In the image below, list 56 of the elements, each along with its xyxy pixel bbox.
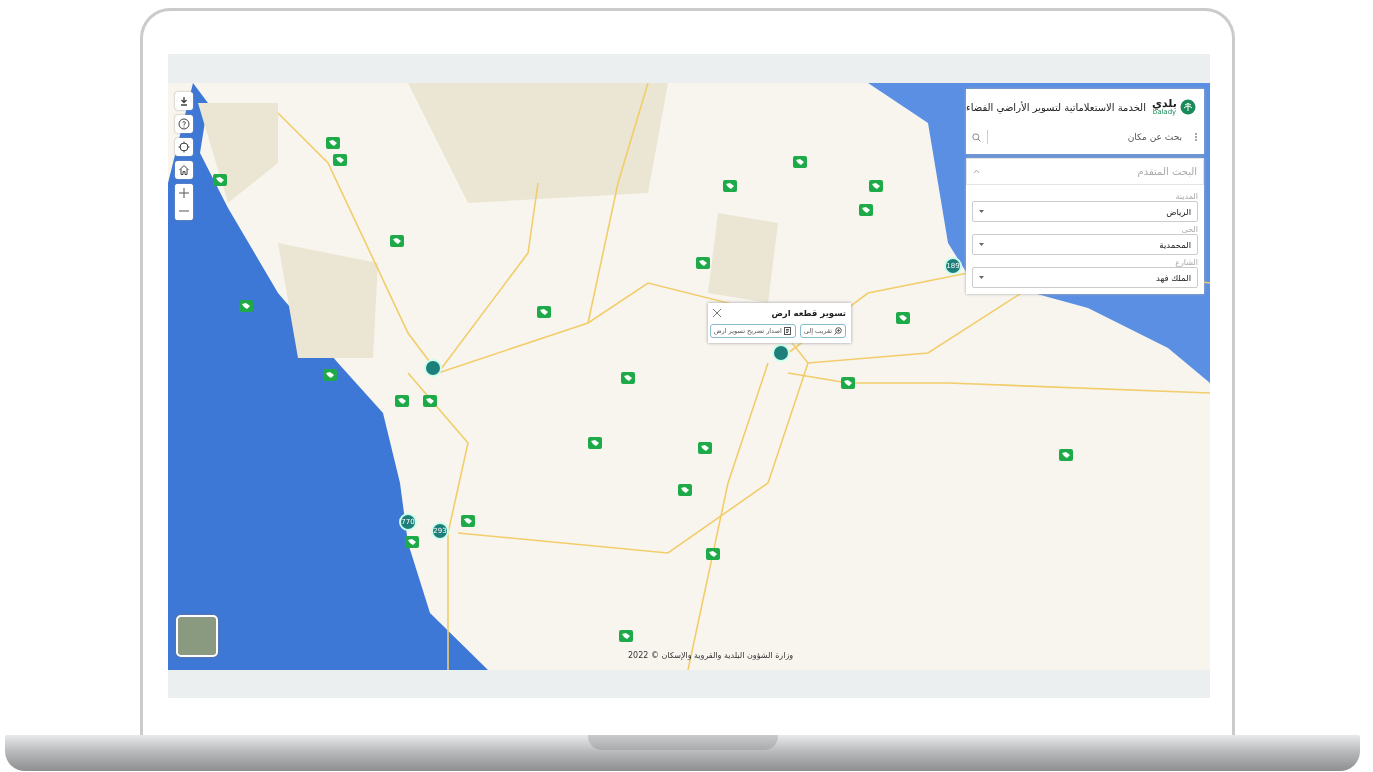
help-icon[interactable]: [175, 115, 193, 133]
marker-icon[interactable]: [696, 257, 710, 269]
marker-icon[interactable]: [896, 312, 910, 324]
marker-icon[interactable]: [213, 174, 227, 186]
field-label: الشارع: [1174, 258, 1198, 267]
marker-icon[interactable]: [323, 369, 337, 381]
dropdown-arrow-icon: [979, 243, 984, 246]
dropdown-field[interactable]: الرياض: [972, 201, 1198, 222]
marker-icon[interactable]: [395, 395, 409, 407]
logo-text: بلدي: [1151, 98, 1177, 109]
marker-icon[interactable]: [793, 156, 807, 168]
marker-icon[interactable]: [678, 484, 692, 496]
attribution-text: وزارة الشؤون البلدية والقروية والإسكان © 2022: [628, 651, 794, 660]
close-icon[interactable]: [713, 309, 721, 317]
zoom-out-icon[interactable]: [175, 202, 193, 220]
marker-icon[interactable]: [869, 180, 883, 192]
marker-icon[interactable]: [698, 442, 712, 454]
advanced-search-title: البحث المتقدم: [1137, 166, 1197, 177]
search-field[interactable]: بحث عن مكان: [987, 130, 1188, 144]
marker-icon[interactable]: [405, 536, 419, 548]
marker-icon[interactable]: [859, 204, 873, 216]
dropdown-field[interactable]: المحمدية: [972, 234, 1198, 255]
chevron-icon[interactable]: [973, 169, 980, 174]
marker-icon[interactable]: [841, 377, 855, 389]
dropdown-arrow-icon: [979, 210, 984, 213]
home-icon[interactable]: [175, 161, 193, 179]
cluster-icon[interactable]: [424, 359, 442, 377]
document-icon: [783, 327, 792, 335]
marker-icon[interactable]: [239, 300, 253, 312]
marker-icon[interactable]: [706, 548, 720, 560]
zoom-in-icon[interactable]: [175, 184, 193, 202]
cluster-icon[interactable]: [772, 344, 790, 362]
dropdown-arrow-icon: [979, 276, 984, 279]
marker-icon[interactable]: [619, 630, 633, 642]
marker-icon[interactable]: [723, 180, 737, 192]
field-label: الحى: [1180, 225, 1198, 234]
basemap-thumbnail[interactable]: [176, 615, 218, 657]
marker-icon[interactable]: [326, 137, 340, 149]
marker-icon[interactable]: [588, 437, 602, 449]
field-label: المدينة: [1174, 192, 1198, 201]
marker-icon[interactable]: [461, 515, 475, 527]
download-icon[interactable]: [175, 92, 193, 110]
locate-icon[interactable]: [175, 138, 193, 156]
marker-icon[interactable]: [1059, 449, 1073, 461]
logo-icon: [1180, 99, 1196, 115]
app-title: الخدمة الاستعلاماتية لتسوير الأراضي الفضاء: [966, 101, 1146, 113]
search-icon[interactable]: [972, 132, 981, 142]
zoom-in-icon: [834, 327, 842, 335]
marker-icon[interactable]: [621, 372, 635, 384]
marker-icon[interactable]: [423, 395, 437, 407]
more-icon[interactable]: [1194, 133, 1198, 141]
marker-icon[interactable]: [390, 235, 404, 247]
popup-title: تسوير قطعه ارض: [771, 308, 846, 318]
marker-icon[interactable]: [333, 154, 347, 166]
dropdown-field[interactable]: الملك فهد: [972, 267, 1198, 288]
marker-icon[interactable]: [537, 306, 551, 318]
